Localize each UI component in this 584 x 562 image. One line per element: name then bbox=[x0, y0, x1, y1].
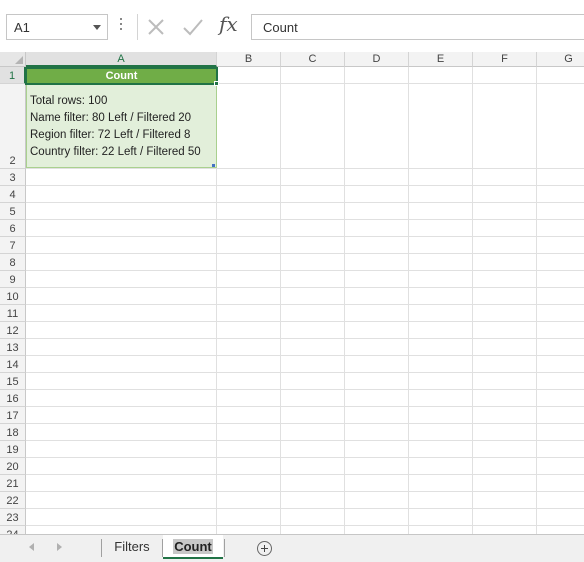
gridline-horizontal bbox=[26, 321, 584, 322]
column-header-d[interactable]: D bbox=[345, 52, 409, 67]
row-header-8[interactable]: 8 bbox=[0, 254, 26, 271]
gridline-horizontal bbox=[26, 185, 584, 186]
row-header-24[interactable]: 24 bbox=[0, 526, 26, 534]
row-header-19[interactable]: 19 bbox=[0, 441, 26, 458]
gridline-horizontal bbox=[26, 287, 584, 288]
triangle-right-icon[interactable] bbox=[57, 543, 62, 551]
column-header-b[interactable]: B bbox=[217, 52, 281, 67]
gridline-horizontal bbox=[26, 219, 584, 220]
enter-check-icon[interactable] bbox=[182, 18, 204, 36]
tab-divider bbox=[101, 539, 102, 557]
row-header-9[interactable]: 9 bbox=[0, 271, 26, 288]
table-resize-handle[interactable] bbox=[212, 164, 215, 167]
gridline-horizontal bbox=[26, 525, 584, 526]
row-header-11[interactable]: 11 bbox=[0, 305, 26, 322]
tab-label: Count bbox=[173, 539, 213, 554]
row-header-5[interactable]: 5 bbox=[0, 203, 26, 220]
gridline-horizontal bbox=[26, 236, 584, 237]
gridline-horizontal bbox=[26, 491, 584, 492]
column-header-c[interactable]: C bbox=[281, 52, 345, 67]
gridline-horizontal bbox=[26, 338, 584, 339]
gridline-vertical bbox=[536, 67, 537, 534]
cell-a2-line: Total rows: 100 bbox=[30, 95, 108, 107]
row-header-10[interactable]: 10 bbox=[0, 288, 26, 305]
gridline-horizontal bbox=[26, 372, 584, 373]
chevron-down-icon[interactable] bbox=[93, 25, 101, 30]
row-header-22[interactable]: 22 bbox=[0, 492, 26, 509]
gridline-vertical bbox=[344, 67, 345, 534]
gridline-horizontal bbox=[26, 253, 584, 254]
gridline-horizontal bbox=[26, 457, 584, 458]
row-header-15[interactable]: 15 bbox=[0, 373, 26, 390]
formula-bar-divider bbox=[137, 14, 138, 40]
row-header-18[interactable]: 18 bbox=[0, 424, 26, 441]
formula-bar: A1 fx Count bbox=[0, 0, 584, 54]
tab-filters[interactable]: Filters bbox=[103, 535, 161, 559]
plus-circle-icon[interactable] bbox=[257, 541, 272, 556]
gridline-horizontal bbox=[26, 508, 584, 509]
row-header-12[interactable]: 12 bbox=[0, 322, 26, 339]
row-header-1[interactable]: 1 bbox=[0, 67, 26, 84]
gridline-horizontal bbox=[26, 168, 584, 169]
gridline-horizontal bbox=[26, 270, 584, 271]
row-header-13[interactable]: 13 bbox=[0, 339, 26, 356]
gridline-horizontal bbox=[26, 474, 584, 475]
select-all-corner[interactable] bbox=[0, 52, 26, 67]
cell-a2[interactable]: Total rows: 100 Name filter: 80 Left / F… bbox=[26, 84, 217, 168]
row-header-7[interactable]: 7 bbox=[0, 237, 26, 254]
tab-count[interactable]: Count bbox=[163, 535, 223, 559]
formula-input[interactable]: Count bbox=[251, 14, 584, 40]
selection-outline bbox=[25, 67, 218, 85]
gridline-horizontal bbox=[26, 355, 584, 356]
tab-divider bbox=[224, 539, 225, 557]
column-header-e[interactable]: E bbox=[409, 52, 473, 67]
row-header-21[interactable]: 21 bbox=[0, 475, 26, 492]
triangle-left-icon[interactable] bbox=[29, 543, 34, 551]
sheet-tab-bar: Filters Count bbox=[0, 534, 584, 562]
gridline-horizontal bbox=[26, 304, 584, 305]
more-options-icon[interactable] bbox=[119, 18, 123, 34]
gridline-horizontal bbox=[26, 440, 584, 441]
gridline-vertical bbox=[472, 67, 473, 534]
cell-a2-line: Name filter: 80 Left / Filtered 20 bbox=[30, 112, 192, 124]
column-header-a[interactable]: A bbox=[26, 52, 217, 67]
name-box[interactable]: A1 bbox=[6, 14, 108, 40]
gridline-horizontal bbox=[26, 406, 584, 407]
row-header-6[interactable]: 6 bbox=[0, 220, 26, 237]
formula-input-value: Count bbox=[263, 20, 298, 35]
row-header-14[interactable]: 14 bbox=[0, 356, 26, 373]
insert-function-icon[interactable]: fx bbox=[219, 12, 238, 36]
gridline-vertical bbox=[280, 67, 281, 534]
cell-a2-line: Region filter: 72 Left / Filtered 8 bbox=[30, 129, 191, 141]
row-header-4[interactable]: 4 bbox=[0, 186, 26, 203]
name-box-value: A1 bbox=[14, 20, 30, 35]
cancel-icon[interactable] bbox=[146, 18, 166, 36]
row-header-3[interactable]: 3 bbox=[0, 169, 26, 186]
gridline-vertical bbox=[408, 67, 409, 534]
row-header-23[interactable]: 23 bbox=[0, 509, 26, 526]
gridline-horizontal bbox=[26, 423, 584, 424]
row-header-17[interactable]: 17 bbox=[0, 407, 26, 424]
row-header-2[interactable]: 2 bbox=[0, 84, 26, 169]
gridline-horizontal bbox=[26, 389, 584, 390]
row-header-16[interactable]: 16 bbox=[0, 390, 26, 407]
column-header-g[interactable]: G bbox=[537, 52, 584, 67]
worksheet-grid[interactable]: A B C D E F G 1 2 3 4 5 6 7 8 9 10 11 12 13 14 15 16 17 18 19 20 21… bbox=[0, 52, 584, 534]
cell-a2-line: Country filter: 22 Left / Filtered 50 bbox=[30, 146, 201, 158]
gridline-horizontal bbox=[26, 202, 584, 203]
tab-label: Filters bbox=[114, 539, 150, 554]
fill-handle[interactable] bbox=[214, 81, 219, 86]
column-header-f[interactable]: F bbox=[473, 52, 537, 67]
row-header-20[interactable]: 20 bbox=[0, 458, 26, 475]
